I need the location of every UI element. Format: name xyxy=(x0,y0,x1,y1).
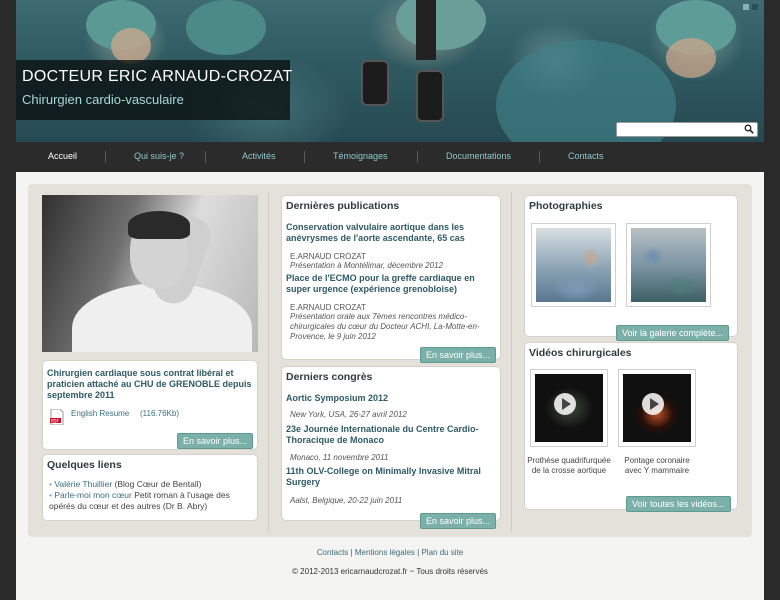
congress-detail: Aalst, Belgique, 20-22 juin 2011 xyxy=(290,496,403,505)
list-item: • Parle-moi mon cœur Petit roman à l'usa… xyxy=(49,490,230,511)
nav-item-qui-suis-je[interactable]: Qui suis-je ? xyxy=(134,151,184,161)
congress-title[interactable]: Aortic Symposium 2012 xyxy=(286,393,496,404)
svg-text:PDF: PDF xyxy=(51,418,59,423)
search-input[interactable] xyxy=(617,129,741,142)
pdf-icon: PDF xyxy=(50,409,64,425)
search-icon[interactable] xyxy=(744,124,754,134)
links-box: Quelques liens • Valérie Thuillier (Blog… xyxy=(42,454,258,521)
publication-author: E.ARNAUD CROZAT xyxy=(290,252,366,261)
nav-item-activites[interactable]: Activités xyxy=(242,151,276,161)
congresses-more-button[interactable]: En savoir plus... xyxy=(420,513,497,529)
photo-thumbnail[interactable] xyxy=(531,223,616,307)
videos-box: Vidéos chirurgicales Prothèse quadrifurq… xyxy=(524,342,738,512)
link-parle-moi-mon-coeur[interactable]: Parle-moi mon cœur xyxy=(54,490,131,500)
slider-dot[interactable] xyxy=(743,4,749,10)
publication-title[interactable]: Place de l'ECMO pour la greffe cardiaque… xyxy=(286,273,501,295)
nav-item-accueil[interactable]: Accueil xyxy=(48,151,77,161)
site-title-box: DOCTEUR ERIC ARNAUD-CROZAT Chirurgien ca… xyxy=(16,60,293,120)
list-item: • Valérie Thuillier (Blog Cœur de Bental… xyxy=(49,479,202,489)
publication-title[interactable]: Conservation valvulaire aortique dans le… xyxy=(286,222,491,244)
video-thumbnail[interactable] xyxy=(618,369,696,447)
footer-link-plan[interactable]: Plan du site xyxy=(421,548,463,557)
video-caption: Pontage coronaire avec Y mammaire xyxy=(624,456,690,475)
page: DOCTEUR ERIC ARNAUD-CROZAT Chirurgien ca… xyxy=(16,0,764,600)
all-videos-button[interactable]: Voir toutes les vidéos... xyxy=(626,496,731,512)
slider-dot[interactable] xyxy=(752,4,758,10)
video-thumbnail[interactable] xyxy=(530,369,608,447)
slider-dots[interactable] xyxy=(743,4,758,10)
profile-more-button[interactable]: En savoir plus... xyxy=(177,433,254,449)
profile-box: Chirurgien cardiaque sous contrat libéra… xyxy=(42,360,258,450)
congress-detail: New York, USA, 26-27 avril 2012 xyxy=(290,410,407,419)
copyright: © 2012-2013 ericarnaudcrozat.fr ~ Tous d… xyxy=(292,567,488,576)
nav-divider xyxy=(105,151,106,163)
videos-heading: Vidéos chirurgicales xyxy=(529,347,632,359)
main-nav: Accueil Qui suis-je ? Activités Témoigna… xyxy=(16,142,764,172)
footer-link-contacts[interactable]: Contacts xyxy=(317,548,349,557)
nav-divider xyxy=(417,151,418,163)
nav-divider xyxy=(539,151,540,163)
photos-heading: Photographies xyxy=(529,200,603,212)
search-box xyxy=(616,122,758,142)
video-caption: Prothèse quadrifurquée de la crosse aort… xyxy=(527,456,611,475)
photo-thumbnail[interactable] xyxy=(626,223,711,307)
gallery-button[interactable]: Voir la galerie complète... xyxy=(616,325,730,341)
column-divider xyxy=(511,192,512,532)
nav-item-documentations[interactable]: Documentations xyxy=(446,151,511,161)
site-subtitle: Chirurgien cardio-vasculaire xyxy=(22,92,184,107)
nav-divider xyxy=(205,151,206,163)
photos-box: Photographies Voir la galerie complète..… xyxy=(524,195,738,341)
publication-detail: Présentation orale aux 7èmes rencontres … xyxy=(290,312,480,341)
congress-title[interactable]: 11th OLV-College on Minimally Invasive M… xyxy=(286,466,496,488)
resume-link[interactable]: English Resume xyxy=(71,409,129,418)
site-title[interactable]: DOCTEUR ERIC ARNAUD-CROZAT xyxy=(22,68,293,86)
footer-links: Contacts | Mentions légales | Plan du si… xyxy=(316,548,464,557)
footer-link-mentions[interactable]: Mentions légales xyxy=(355,548,415,557)
congresses-heading: Derniers congrès xyxy=(286,371,373,383)
congress-title[interactable]: 23e Journée Internationale du Centre Car… xyxy=(286,424,496,446)
header-banner: DOCTEUR ERIC ARNAUD-CROZAT Chirurgien ca… xyxy=(16,0,764,142)
nav-item-temoignages[interactable]: Témoignages xyxy=(333,151,388,161)
column-divider xyxy=(268,192,269,532)
links-heading: Quelques liens xyxy=(47,459,122,471)
profile-description: Chirurgien cardiaque sous contrat libéra… xyxy=(47,368,252,400)
nav-divider xyxy=(304,151,305,163)
nav-item-contacts[interactable]: Contacts xyxy=(568,151,604,161)
links-list: • Valérie Thuillier (Blog Cœur de Bental… xyxy=(49,479,255,512)
congress-detail: Monaco, 11 novembre 2011 xyxy=(290,453,389,462)
resume-size: (116.76Kb) xyxy=(140,409,179,418)
link-valerie-thuillier[interactable]: Valérie Thuillier xyxy=(54,479,112,489)
publication-detail: Présentation à Montélimar, décembre 2012 xyxy=(290,261,443,270)
play-icon[interactable] xyxy=(553,392,577,416)
play-icon[interactable] xyxy=(641,392,665,416)
congresses-box: Derniers congrès Aortic Symposium 2012 N… xyxy=(281,366,501,529)
publication-author: E.ARNAUD CROZAT xyxy=(290,303,366,312)
portrait-photo xyxy=(42,195,258,352)
publications-more-button[interactable]: En savoir plus... xyxy=(420,347,497,363)
publications-box: Dernières publications Conservation valv… xyxy=(281,195,501,363)
publications-heading: Dernières publications xyxy=(286,200,400,212)
